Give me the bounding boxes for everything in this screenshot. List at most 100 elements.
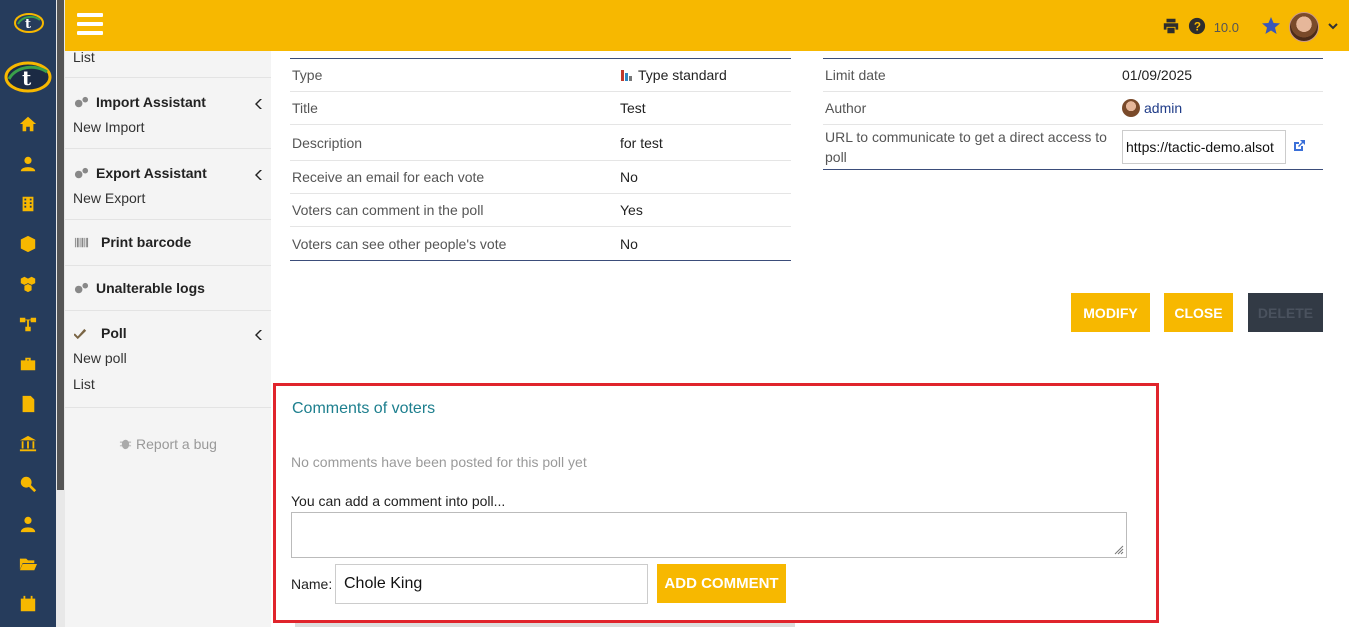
detail-value: Yes <box>620 202 643 218</box>
building-icon[interactable] <box>18 194 38 214</box>
cogs-icon <box>73 280 89 296</box>
sidebar-head-label: Print barcode <box>101 234 192 250</box>
rail-scrollbar-thumb[interactable] <box>57 0 64 490</box>
svg-text:?: ? <box>1194 20 1201 33</box>
folder-open-icon[interactable] <box>18 554 38 574</box>
name-input[interactable]: Chole King <box>335 564 648 604</box>
sidebar-head-barcode[interactable]: Print barcode <box>73 230 263 254</box>
detail-row-comment: Voters can comment in the poll Yes <box>290 194 791 227</box>
poll-type-value: Type standard <box>638 67 727 83</box>
version-label: 10.0 <box>1213 19 1239 35</box>
poll-details-right: Limit date 01/09/2025 Author admin URL t… <box>823 58 1323 170</box>
help-icon[interactable]: ? <box>1188 17 1206 38</box>
user-avatar[interactable] <box>1289 12 1319 42</box>
detail-key: Author <box>825 100 867 116</box>
bottom-scroll-strip <box>295 623 795 627</box>
print-icon[interactable] <box>1162 17 1180 38</box>
sidebar-item-new-export[interactable]: New Export <box>73 185 263 211</box>
detail-key: Type <box>292 67 323 83</box>
home-icon[interactable] <box>18 114 38 134</box>
sidebar-head-import[interactable]: Import Assistant <box>73 90 263 114</box>
detail-key: Voters can comment in the poll <box>292 202 484 218</box>
cube-icon[interactable] <box>18 234 38 254</box>
rail-scrollbar[interactable] <box>56 0 65 627</box>
bookmark-star-icon[interactable] <box>1261 16 1281 39</box>
sidebar-item-new-import[interactable]: New Import <box>73 114 263 140</box>
sidebar-head-poll[interactable]: Poll <box>73 321 263 345</box>
add-comment-button[interactable]: ADD COMMENT <box>657 564 786 603</box>
report-bug-label: Report a bug <box>136 436 217 452</box>
poll-type-icon <box>620 68 634 82</box>
detail-key: Title <box>292 100 318 116</box>
detail-key: Limit date <box>825 67 886 83</box>
sidebar-item-list[interactable]: List <box>73 371 263 397</box>
resize-grip-icon[interactable] <box>1114 545 1124 555</box>
chevron-left-icon[interactable] <box>255 96 263 109</box>
company-logo-icon[interactable]: t <box>4 60 52 94</box>
chevron-left-icon[interactable] <box>255 167 263 180</box>
sidebar-head-label: Import Assistant <box>96 94 206 110</box>
comments-title: Comments of voters <box>292 400 436 417</box>
sidebar-top-section: List <box>65 50 271 78</box>
author-link[interactable]: admin <box>1144 100 1182 116</box>
detail-key: Receive an email for each vote <box>292 169 485 185</box>
cubes-icon[interactable] <box>18 274 38 294</box>
sidebar-section-import: Import Assistant New Import <box>65 78 271 149</box>
sidebar-head-label: Export Assistant <box>96 165 207 181</box>
search-dollar-icon[interactable] <box>18 474 38 494</box>
detail-value: No <box>620 169 638 185</box>
top-bar: ? 10.0 <box>65 0 1349 51</box>
sitemap-icon[interactable] <box>18 314 38 334</box>
modify-button[interactable]: MODIFY <box>1071 293 1150 332</box>
comment-textarea[interactable] <box>291 512 1127 558</box>
invoice-icon[interactable] <box>18 394 38 414</box>
sidebar-head-logs[interactable]: Unalterable logs <box>73 276 263 300</box>
calendar-icon[interactable] <box>18 594 38 614</box>
detail-value: Test <box>620 100 646 116</box>
user-icon[interactable] <box>18 154 38 174</box>
app-logo-icon[interactable]: t <box>14 12 44 34</box>
detail-key: Voters can see other people's vote <box>292 235 507 252</box>
bank-icon[interactable] <box>18 434 38 454</box>
poll-details-left: Type Type standard Title Test Descriptio… <box>290 58 791 261</box>
sidebar-head-label: Poll <box>101 325 127 341</box>
bug-icon <box>119 436 136 452</box>
poll-url-field[interactable]: https://tactic-demo.alsot <box>1122 130 1286 164</box>
sidebar-head-export[interactable]: Export Assistant <box>73 161 263 185</box>
top-bar-right: ? 10.0 <box>1162 12 1339 42</box>
briefcase-icon[interactable] <box>18 354 38 374</box>
detail-row-limit-date: Limit date 01/09/2025 <box>823 59 1323 92</box>
detail-value: Type standard <box>620 67 727 83</box>
svg-text:t: t <box>25 17 31 32</box>
sidebar-item-list-top[interactable]: List <box>73 50 263 65</box>
detail-key: Description <box>292 134 363 151</box>
sidebar-head-label: Unalterable logs <box>96 280 205 296</box>
sidebar-section-export: Export Assistant New Export <box>65 149 271 220</box>
external-link-icon[interactable] <box>1292 139 1306 156</box>
delete-button[interactable]: DELETE <box>1248 293 1323 332</box>
detail-row-email: Receive an email for each vote No <box>290 161 791 194</box>
close-button[interactable]: CLOSE <box>1164 293 1233 332</box>
detail-row-type: Type Type standard <box>290 59 791 92</box>
no-comments-text: No comments have been posted for this po… <box>291 454 587 470</box>
detail-value: admin <box>1122 99 1182 117</box>
name-label: Name: <box>291 576 333 592</box>
menu-toggle-icon[interactable] <box>77 13 103 35</box>
detail-value: No <box>620 235 638 252</box>
detail-key: URL to communicate to get a direct acces… <box>825 129 1107 165</box>
barcode-icon <box>73 234 89 250</box>
detail-row-see-votes: Voters can see other people's vote No <box>290 227 791 260</box>
sidebar-item-new-poll[interactable]: New poll <box>73 345 263 371</box>
secondary-sidebar: List Import Assistant New Import Export … <box>65 50 271 627</box>
author-avatar <box>1122 99 1140 117</box>
sidebar-section-barcode: Print barcode <box>65 220 271 266</box>
user-tie-icon[interactable] <box>18 514 38 534</box>
comment-hint: You can add a comment into poll... <box>291 493 506 509</box>
report-bug-link[interactable]: Report a bug <box>65 436 271 452</box>
detail-row-author: Author admin <box>823 92 1323 125</box>
detail-value: 01/09/2025 <box>1122 67 1193 83</box>
chevron-down-icon[interactable] <box>1327 19 1339 35</box>
chevron-left-icon[interactable] <box>255 327 263 340</box>
comments-panel: Comments of voters No comments have been… <box>273 383 1159 623</box>
cogs-icon <box>73 165 89 181</box>
